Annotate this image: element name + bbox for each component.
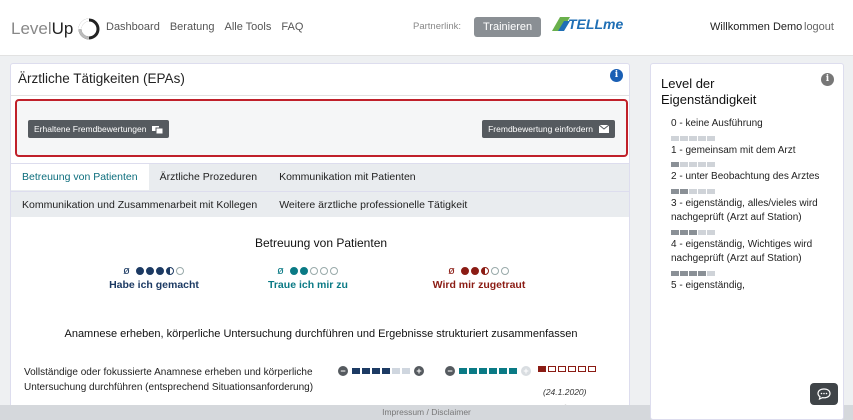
legend-wird-mir-zugetraut: ø Wird mir zugetraut [414, 265, 544, 291]
legend-dots: ø [243, 265, 373, 277]
logout-link[interactable]: logout [804, 21, 834, 33]
nav-alle-tools[interactable]: Alle Tools [224, 21, 271, 33]
levelup-logo-icon [78, 18, 100, 40]
independence-level-panel: Level der Eigenständigkeit i 0 - keine A… [650, 63, 844, 420]
legend-label: Traue ich mir zu [268, 279, 348, 291]
tab-content: Betreuung von Patienten ø Habe ich gemac… [11, 218, 629, 419]
average-symbol: ø [448, 265, 456, 277]
sidebar-title: Level der Eigenständigkeit [661, 76, 757, 107]
assigned-date: (24.1.2020) [543, 387, 587, 397]
done-level-scale: − + [336, 366, 426, 376]
plus-icon[interactable]: + [521, 366, 531, 376]
activity-heading: Anamnese erheben, körperliche Untersuchu… [64, 328, 578, 340]
item-description: Vollständige oder fokussierte Anamnese e… [24, 367, 314, 393]
page-title: Ärztliche Tätigkeiten (EPAs) [18, 71, 185, 86]
trainieren-button[interactable]: Trainieren [474, 17, 542, 37]
level-1: 1 - gemeinsam mit dem Arzt [671, 144, 796, 156]
info-icon[interactable]: i [610, 69, 623, 82]
legend-dots: ø [89, 265, 219, 277]
welcome-text: Willkommen Demo [710, 21, 803, 33]
level-2-bar [671, 188, 831, 194]
section-title: Betreuung von Patienten [254, 236, 388, 250]
top-navbar: Level Up Dashboard Beratung Alle Tools FA… [0, 0, 853, 56]
main-nav: Dashboard Beratung Alle Tools FAQ [106, 21, 303, 33]
tab-aerztliche-prozeduren[interactable]: Ärztliche Prozeduren [149, 164, 268, 190]
legend-habe-ich-gemacht: ø Habe ich gemacht [89, 265, 219, 291]
nav-dashboard[interactable]: Dashboard [106, 21, 160, 33]
feedback-actions-box: Erhaltene Fremdbewertungen Fremdbewertun… [15, 99, 628, 157]
tellme-logo[interactable]: TELLme [550, 15, 623, 33]
received-ratings-label: Erhaltene Fremdbewertungen [34, 124, 147, 134]
tab-kommunikation-mit-patienten[interactable]: Kommunikation mit Patienten [268, 164, 427, 190]
legend-label: Habe ich gemacht [109, 279, 199, 291]
level-0: 0 - keine Ausführung [671, 118, 763, 129]
tellme-logo-text: TELLme [568, 16, 624, 32]
minus-icon[interactable]: − [445, 366, 455, 376]
nav-beratung[interactable]: Beratung [170, 21, 215, 33]
epa-panel: Ärztliche Tätigkeiten (EPAs) i Erhaltene… [10, 63, 630, 420]
legend-dots: ø [414, 265, 544, 277]
assigned-level-scale [538, 366, 596, 372]
category-tabs: Betreuung von Patienten Ärztliche Prozed… [11, 163, 629, 217]
nav-faq[interactable]: FAQ [281, 21, 303, 33]
request-rating-button[interactable]: Fremdbewertung einfordern [482, 120, 615, 138]
legend-label: Wird mir zugetraut [432, 279, 526, 291]
request-rating-label: Fremdbewertung einfordern [488, 124, 593, 134]
level-2: 2 - unter Beobachtung des Arztes [671, 171, 820, 182]
legend-traue-ich-mir-zu: ø Traue ich mir zu [243, 265, 373, 291]
level-3: 3 - eigenständig, alles/vieles wird nach… [671, 197, 818, 224]
chat-icon [817, 388, 831, 400]
logo-text-dark: Up [51, 19, 74, 38]
tab-betreuung-von-patienten[interactable]: Betreuung von Patienten [11, 164, 149, 190]
inbox-stack-icon [152, 125, 164, 134]
level-4: 4 - eigenständig, Wichtiges wird nachgep… [671, 238, 813, 265]
logo-text-light: Level [11, 19, 52, 38]
envelope-icon [599, 125, 609, 133]
minus-icon[interactable]: − [338, 366, 348, 376]
level-5: 5 - eigenständig, [671, 279, 745, 291]
level-4-bar [671, 270, 831, 276]
level-list: 0 - keine Ausführung 1 - gemeinsam mit d… [671, 117, 831, 293]
trust-level-scale: − + [443, 366, 533, 376]
epa-panel-header: Ärztliche Tätigkeiten (EPAs) i [11, 64, 629, 96]
average-symbol: ø [123, 265, 131, 277]
levelup-logo[interactable]: Level Up [11, 18, 102, 40]
level-3-bar [671, 229, 831, 235]
plus-icon[interactable]: + [414, 366, 424, 376]
tab-kommunikation-kollegen[interactable]: Kommunikation und Zusammenarbeit mit Kol… [11, 192, 268, 217]
sidebar-info-icon[interactable]: i [821, 73, 834, 86]
tab-weitere-taetigkeit[interactable]: Weitere ärztliche professionelle Tätigke… [268, 192, 478, 217]
level-0-bar [671, 135, 831, 141]
level-1-bar [671, 162, 831, 167]
chat-button[interactable] [810, 383, 838, 405]
average-symbol: ø [277, 265, 285, 277]
partner-label: Partnerlink: [413, 21, 462, 32]
received-ratings-button[interactable]: Erhaltene Fremdbewertungen [28, 120, 170, 138]
